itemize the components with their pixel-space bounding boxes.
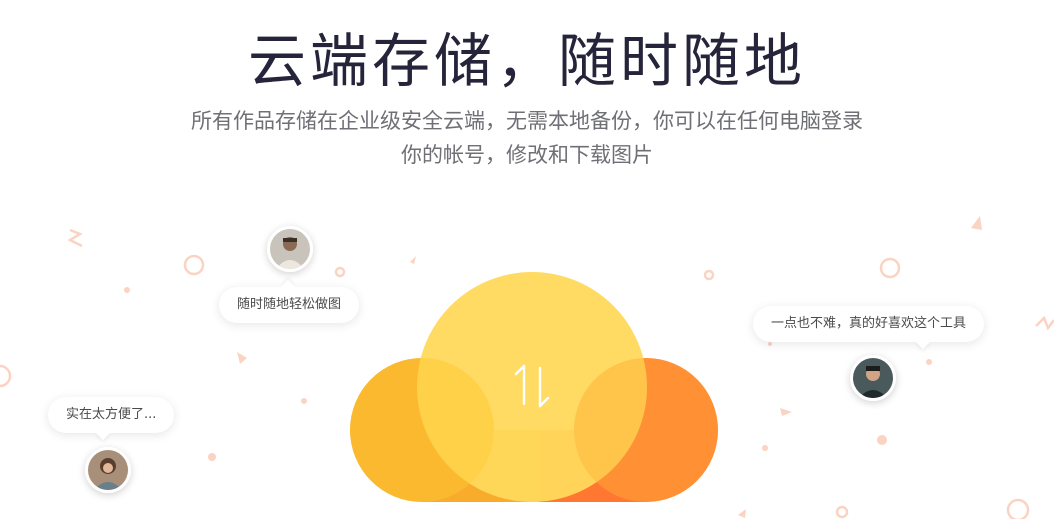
subtitle-line-2: 你的帐号，修改和下载图片 — [401, 143, 653, 167]
testimonial-bubble: 一点也不难，真的好喜欢这个工具 — [753, 306, 985, 342]
avatar — [850, 355, 896, 401]
testimonial-bubble: 实在太方便了... — [48, 397, 175, 433]
subtitle-line-1: 所有作品存储在企业级安全云端，无需本地备份，你可以在任何电脑登录 — [191, 109, 863, 133]
page-title: 云端存储，随时随地 — [247, 27, 806, 95]
avatar — [267, 226, 313, 272]
page-subtitle: 所有作品存储在企业级安全云端，无需本地备份，你可以在任何电脑登录 你的帐号，修改… — [0, 104, 1054, 172]
upload-download-arrows-icon — [514, 364, 550, 408]
testimonial-text: 随时随地轻松做图 — [237, 297, 342, 312]
avatar — [85, 447, 131, 493]
testimonial-text: 一点也不难，真的好喜欢这个工具 — [771, 316, 967, 331]
testimonial-bubble: 随时随地轻松做图 — [219, 287, 360, 323]
testimonial-text: 实在太方便了... — [66, 407, 157, 422]
